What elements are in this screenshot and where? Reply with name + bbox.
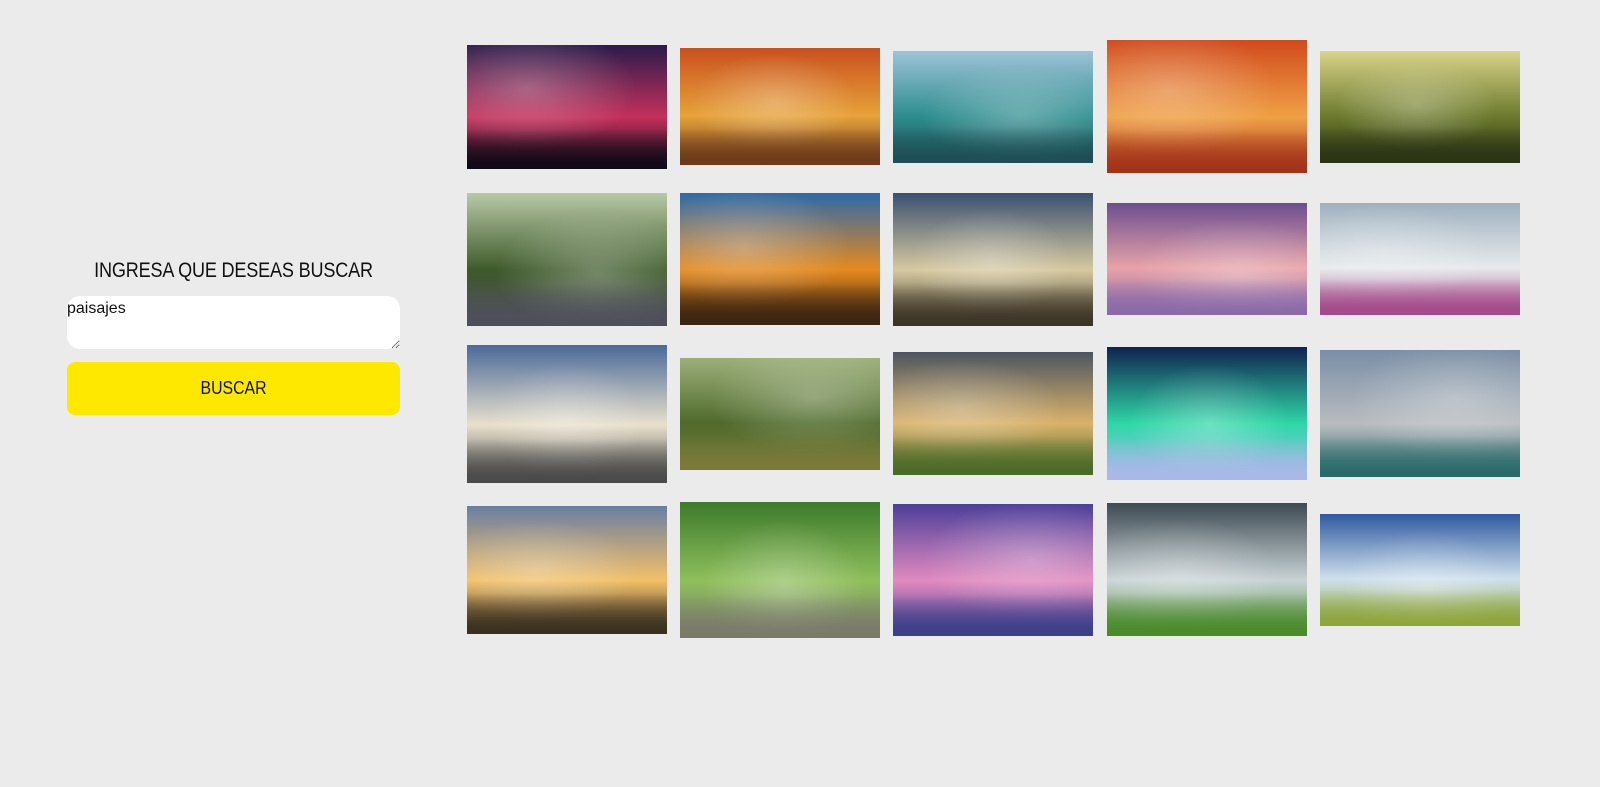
- image-foreground: [893, 127, 1093, 163]
- image-foreground: [680, 282, 880, 325]
- result-image[interactable]: [467, 193, 667, 326]
- result-image[interactable]: [893, 504, 1093, 636]
- result-image[interactable]: [893, 51, 1093, 163]
- image-foreground: [467, 129, 667, 169]
- result-image[interactable]: [893, 193, 1093, 326]
- image-foreground: [893, 593, 1093, 636]
- image-foreground: [467, 593, 667, 634]
- image-foreground: [1107, 437, 1307, 480]
- image-foreground: [467, 438, 667, 483]
- result-image[interactable]: [467, 45, 667, 169]
- image-foreground: [1107, 593, 1307, 636]
- image-foreground: [893, 283, 1093, 326]
- result-image[interactable]: [893, 352, 1093, 475]
- result-image[interactable]: [680, 193, 880, 325]
- image-foreground: [467, 283, 667, 326]
- result-image[interactable]: [1320, 203, 1520, 315]
- result-image[interactable]: [1107, 40, 1307, 173]
- result-image[interactable]: [1320, 514, 1520, 626]
- image-foreground: [1320, 127, 1520, 163]
- image-results-grid: [0, 0, 1600, 787]
- image-foreground: [1107, 130, 1307, 173]
- result-image[interactable]: [680, 502, 880, 638]
- result-image[interactable]: [1320, 350, 1520, 477]
- image-foreground: [893, 435, 1093, 475]
- result-image[interactable]: [467, 506, 667, 634]
- image-foreground: [680, 127, 880, 165]
- result-image[interactable]: [1107, 203, 1307, 315]
- image-foreground: [680, 594, 880, 638]
- image-foreground: [1320, 279, 1520, 315]
- image-foreground: [1320, 590, 1520, 626]
- image-foreground: [680, 434, 880, 470]
- image-foreground: [1320, 436, 1520, 477]
- image-foreground: [1107, 279, 1307, 315]
- result-image[interactable]: [1107, 503, 1307, 636]
- result-image[interactable]: [1320, 51, 1520, 163]
- result-image[interactable]: [680, 358, 880, 470]
- result-image[interactable]: [1107, 347, 1307, 480]
- result-image[interactable]: [467, 345, 667, 483]
- result-image[interactable]: [680, 48, 880, 165]
